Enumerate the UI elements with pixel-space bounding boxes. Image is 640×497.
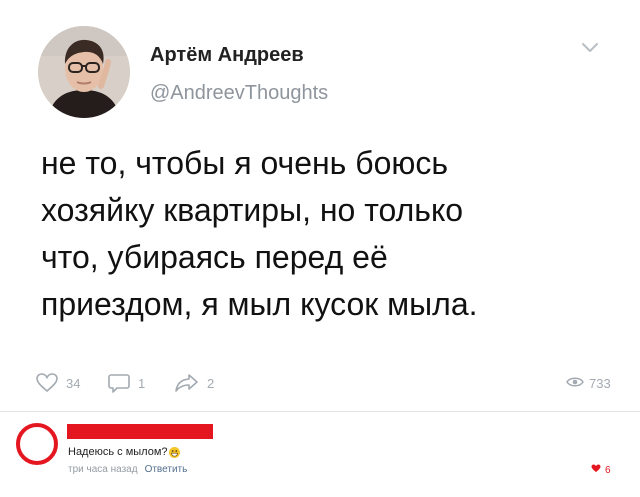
comment-time: три часа назад	[68, 464, 138, 475]
heart-icon	[591, 464, 601, 476]
chevron-down-icon[interactable]	[579, 40, 601, 56]
comment-icon	[108, 373, 130, 393]
comment-like-button[interactable]: 6	[591, 464, 611, 476]
tweet-text-line: хозяйку квартиры, но только	[41, 192, 464, 228]
repost-button[interactable]: 2	[175, 368, 214, 398]
comment-text: Надеюсь с мылом?	[68, 446, 180, 458]
commenter-name-redacted	[67, 424, 213, 439]
comment-body: Надеюсь с мылом?	[68, 446, 168, 458]
author-name[interactable]: Артём Андреев	[150, 44, 304, 67]
tweet-card: Артём Андреев @AndreevThoughts не то, чт…	[0, 0, 640, 410]
heart-icon	[36, 373, 58, 393]
tweet-text-line: приездом, я мыл кусок мыла.	[41, 286, 478, 322]
views-count: 733	[589, 375, 611, 391]
reply-count: 1	[138, 375, 146, 391]
grinning-face-emoji	[168, 446, 180, 458]
comment-meta: три часа назад Ответить	[68, 464, 187, 475]
like-count: 34	[66, 375, 81, 391]
repost-count: 2	[207, 375, 215, 391]
share-arrow-icon	[175, 373, 199, 393]
comment-like-count: 6	[605, 464, 611, 476]
tweet-text-line: что, убираясь перед её	[41, 239, 388, 275]
author-avatar[interactable]	[38, 26, 130, 118]
eye-icon	[566, 375, 584, 392]
author-handle[interactable]: @AndreevThoughts	[150, 82, 328, 105]
tweet-text-line: не то, чтобы я очень боюсь	[41, 145, 449, 181]
comment-item: Надеюсь с мылом? три часа назад Ответить …	[0, 412, 640, 497]
like-button[interactable]: 34	[36, 368, 80, 398]
reply-button[interactable]: 1	[108, 368, 145, 398]
reply-link[interactable]: Ответить	[145, 464, 188, 475]
views-counter: 733	[566, 368, 611, 398]
tweet-text: не то, чтобы я очень боюсь хозяйку кварт…	[41, 140, 611, 328]
tweet-actions-bar: 34 1 2 733	[0, 368, 640, 398]
commenter-avatar-highlight	[16, 423, 58, 465]
